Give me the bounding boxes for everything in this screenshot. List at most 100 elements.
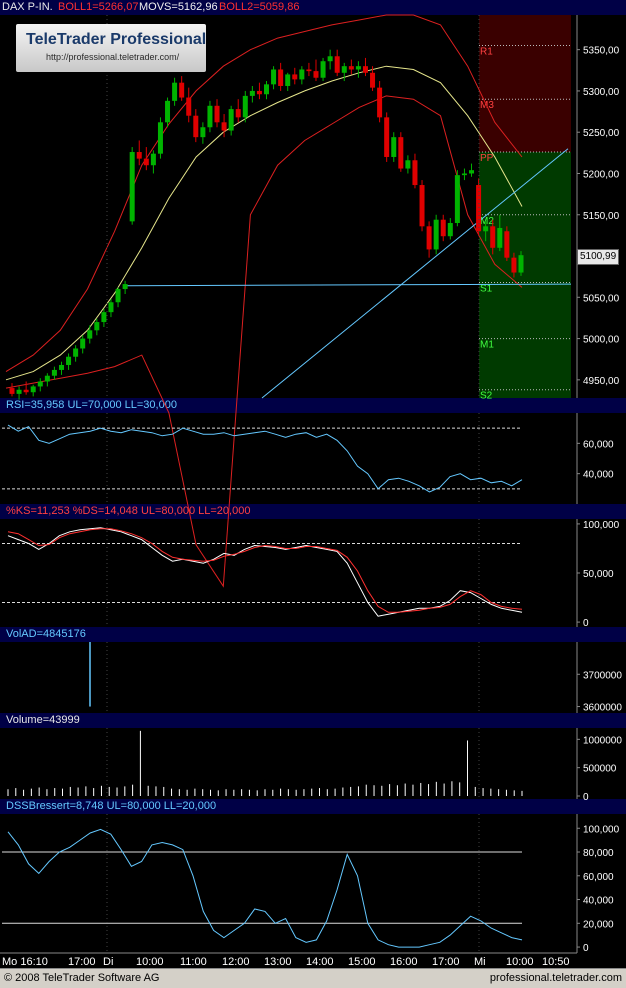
candle-body [108, 302, 114, 313]
candle-body [150, 153, 156, 166]
candle-body [16, 389, 22, 394]
y-tick-label: 5300,00 [583, 87, 620, 98]
time-label: 10:00 [506, 956, 534, 968]
pivot-label: S1 [480, 283, 493, 294]
candle-body [214, 105, 220, 123]
y-tick-label: 5200,00 [583, 169, 620, 180]
y-tick-label: 100,000 [583, 824, 620, 835]
y-tick-label: 5000,00 [583, 335, 620, 346]
candle-body [440, 219, 446, 237]
y-tick-label: 5350,00 [583, 46, 620, 57]
y-tick-label: 5050,00 [583, 293, 620, 304]
rsi-panel: 60,000 40,000 [2, 413, 614, 504]
candle-body [235, 109, 241, 118]
time-label: Di [103, 956, 113, 968]
candle-body [51, 369, 57, 376]
last-price-tag: 5100,99 [577, 249, 620, 265]
candle-body [44, 375, 50, 382]
support-zone [479, 152, 571, 398]
chart-window: DAX P-IN. BOLL1=5266,07 MOVS=5162,96 BOL… [0, 0, 626, 988]
time-label: 10:00 [136, 956, 164, 968]
last-price-value: 5100,99 [580, 251, 617, 262]
candle-body [504, 231, 510, 258]
candle-body [384, 117, 390, 157]
chart-canvas: R1M3PPM2S1M1S25350,005300,005250,005200,… [0, 14, 626, 968]
candle-body [122, 284, 128, 290]
y-tick-label: 3700000 [583, 670, 622, 681]
candle-body [9, 388, 15, 394]
candle-body [433, 219, 439, 250]
resistance-zone [479, 15, 571, 153]
pivot-label: PP [480, 153, 494, 164]
series-line [7, 528, 523, 613]
candle-body [412, 160, 418, 186]
teletrader-logo: TeleTrader Professional http://professio… [16, 24, 206, 72]
candle-body [136, 152, 142, 159]
time-label: 17:00 [68, 956, 96, 968]
pivot-label: S2 [480, 391, 493, 402]
candle-body [256, 90, 262, 95]
candle-body [469, 170, 475, 174]
candle-body [278, 69, 284, 86]
candle-body [80, 338, 86, 349]
series-line [7, 424, 523, 493]
footer: © 2008 TeleTrader Software AG profession… [0, 968, 626, 988]
candle-body [419, 185, 425, 227]
y-tick-label: 40,000 [583, 896, 614, 907]
y-tick-label: 40,000 [583, 470, 614, 481]
price-panel: R1M3PPM2S1M1S25350,005300,005250,005200,… [5, 14, 620, 588]
time-label: 10:50 [542, 956, 570, 968]
y-tick-label: 0 [583, 618, 589, 629]
candle-body [405, 160, 411, 169]
time-label: 11:00 [180, 956, 207, 968]
time-label: Mi [474, 956, 486, 968]
y-tick-label: 3600000 [583, 703, 622, 714]
footer-url[interactable]: professional.teletrader.com [490, 972, 622, 984]
candle-body [426, 226, 432, 250]
candle-body [172, 82, 178, 101]
candle-body [454, 175, 460, 224]
time-label: Mo 16:10 [2, 956, 48, 968]
time-label: 17:00 [432, 956, 460, 968]
time-label: 12:00 [222, 956, 250, 968]
volume-panel: 1000000 500000 0 [7, 728, 622, 803]
copyright-text: © 2008 TeleTrader Software AG [4, 972, 160, 984]
candle-body [66, 356, 72, 365]
time-label: 13:00 [264, 956, 292, 968]
y-tick-label: 1000000 [583, 735, 622, 746]
candle-body [461, 173, 467, 176]
candle-body [447, 223, 453, 237]
candle-body [334, 56, 340, 73]
candle-body [129, 152, 135, 222]
candle-body [320, 61, 326, 78]
candle-body [101, 312, 107, 323]
y-tick-label: 50,000 [583, 569, 614, 580]
logo-title: TeleTrader Professional [26, 31, 207, 48]
candle-body [207, 105, 213, 128]
candle-body [398, 137, 404, 169]
candle-body [518, 255, 524, 273]
candle-body [292, 74, 298, 80]
y-tick-label: 500000 [583, 764, 617, 775]
candle-body [23, 389, 29, 393]
candle-body [391, 137, 397, 157]
candle-body [30, 386, 36, 393]
candle-body [179, 82, 185, 98]
dss-line [7, 828, 523, 948]
candle-body [362, 66, 368, 73]
y-tick-label: 60,000 [583, 872, 614, 883]
y-tick-label: 0 [583, 943, 589, 954]
candle-body [299, 69, 305, 80]
candle-body [143, 158, 149, 166]
candle-body [511, 257, 517, 273]
y-tick-label: 60,000 [583, 439, 614, 450]
y-tick-label: 4950,00 [583, 376, 620, 387]
candle-body [271, 69, 277, 85]
candle-body [264, 84, 269, 95]
y-tick-label: 80,000 [583, 848, 614, 859]
y-tick-label: 5150,00 [583, 211, 620, 222]
candle-body [165, 100, 171, 123]
candle-body [115, 289, 121, 303]
candle-body [37, 381, 43, 387]
candle-body [327, 56, 333, 62]
